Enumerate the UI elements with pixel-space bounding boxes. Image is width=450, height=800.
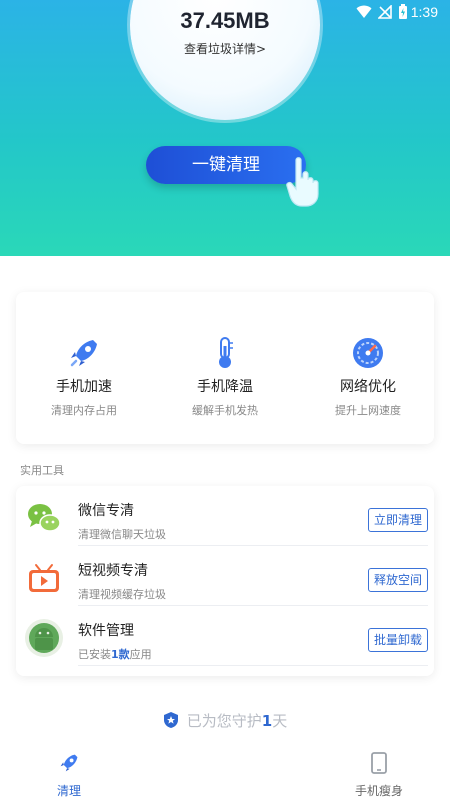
feature-cool-down[interactable]: 手机降温 缓解手机发热 (155, 336, 295, 418)
feature-network-optimize[interactable]: 网络优化 提升上网速度 (298, 336, 438, 418)
list-item-short-video-clean[interactable]: 短视频专清 清理视频缓存垃圾 释放空间 (16, 546, 434, 606)
list-item-app-manager[interactable]: 软件管理 已安装1款应用 批量卸载 (16, 606, 434, 666)
feature-title: 手机加速 (56, 379, 112, 395)
guard-prefix: 已为您守护 (186, 712, 262, 730)
video-icon (26, 560, 62, 596)
guard-suffix: 天 (272, 712, 288, 730)
status-bar: 1:39 (0, 0, 450, 26)
feature-subtitle: 缓解手机发热 (192, 404, 258, 417)
feature-title: 网络优化 (340, 379, 396, 395)
bottom-nav: 清理 手机瘦身 (0, 744, 450, 800)
rocket-icon (58, 754, 80, 778)
installed-prefix: 已安装 (78, 648, 111, 661)
rocket-icon (67, 336, 101, 370)
shield-icon (163, 711, 179, 733)
list-item-subtitle: 已安装1款应用 (78, 646, 152, 662)
thermometer-icon (208, 336, 242, 370)
speedometer-icon (351, 336, 385, 370)
one-click-clean-button[interactable]: 一键清理 (146, 146, 306, 184)
feature-subtitle: 清理内存占用 (51, 404, 117, 417)
divider (78, 665, 428, 666)
battery-charging-icon (398, 4, 408, 24)
list-item-wechat-clean[interactable]: 微信专清 清理微信聊天垃圾 立即清理 (16, 486, 434, 546)
protection-days: 已为您守护1天 (0, 710, 450, 733)
list-item-title: 软件管理 (78, 623, 134, 639)
no-signal-icon (377, 4, 392, 23)
list-item-title: 微信专清 (78, 503, 134, 519)
feature-title: 手机降温 (197, 379, 253, 395)
phone-icon (370, 752, 388, 778)
feature-speed-up[interactable]: 手机加速 清理内存占用 (14, 336, 154, 418)
tab-label: 清理 (56, 784, 81, 798)
tab-clean[interactable]: 清理 (24, 752, 114, 799)
installed-count: 1款 (111, 648, 130, 661)
tab-phone-slim[interactable]: 手机瘦身 (334, 752, 424, 799)
clean-now-button[interactable]: 立即清理 (367, 508, 428, 532)
wechat-icon (26, 500, 62, 536)
feature-card: 手机加速 清理内存占用 手机降温 缓解手机发热 网络优化 提升上网速度 (16, 292, 434, 444)
list-item-title: 短视频专清 (78, 563, 148, 579)
list-item-subtitle: 清理微信聊天垃圾 (78, 528, 166, 541)
guard-days: 1 (261, 712, 273, 730)
tools-section-label: 实用工具 (20, 464, 64, 477)
free-space-button[interactable]: 释放空间 (367, 568, 428, 592)
tab-label: 手机瘦身 (354, 784, 403, 798)
status-time: 1:39 (410, 4, 438, 20)
batch-uninstall-button[interactable]: 批量卸载 (367, 628, 428, 652)
installed-suffix: 应用 (129, 648, 152, 661)
feature-subtitle: 提升上网速度 (335, 404, 401, 417)
list-item-subtitle: 清理视频缓存垃圾 (78, 588, 166, 601)
android-icon (25, 619, 63, 657)
tools-card: 微信专清 清理微信聊天垃圾 立即清理 短视频专清 清理视频缓存垃圾 释放空间 软… (16, 486, 434, 676)
wifi-icon (356, 4, 372, 23)
pointing-hand-icon (286, 156, 322, 212)
junk-details-link[interactable]: 查看垃圾详情> (0, 40, 450, 57)
hero-banner: 1:39 37.45MB 查看垃圾详情> 一键清理 (0, 0, 450, 256)
